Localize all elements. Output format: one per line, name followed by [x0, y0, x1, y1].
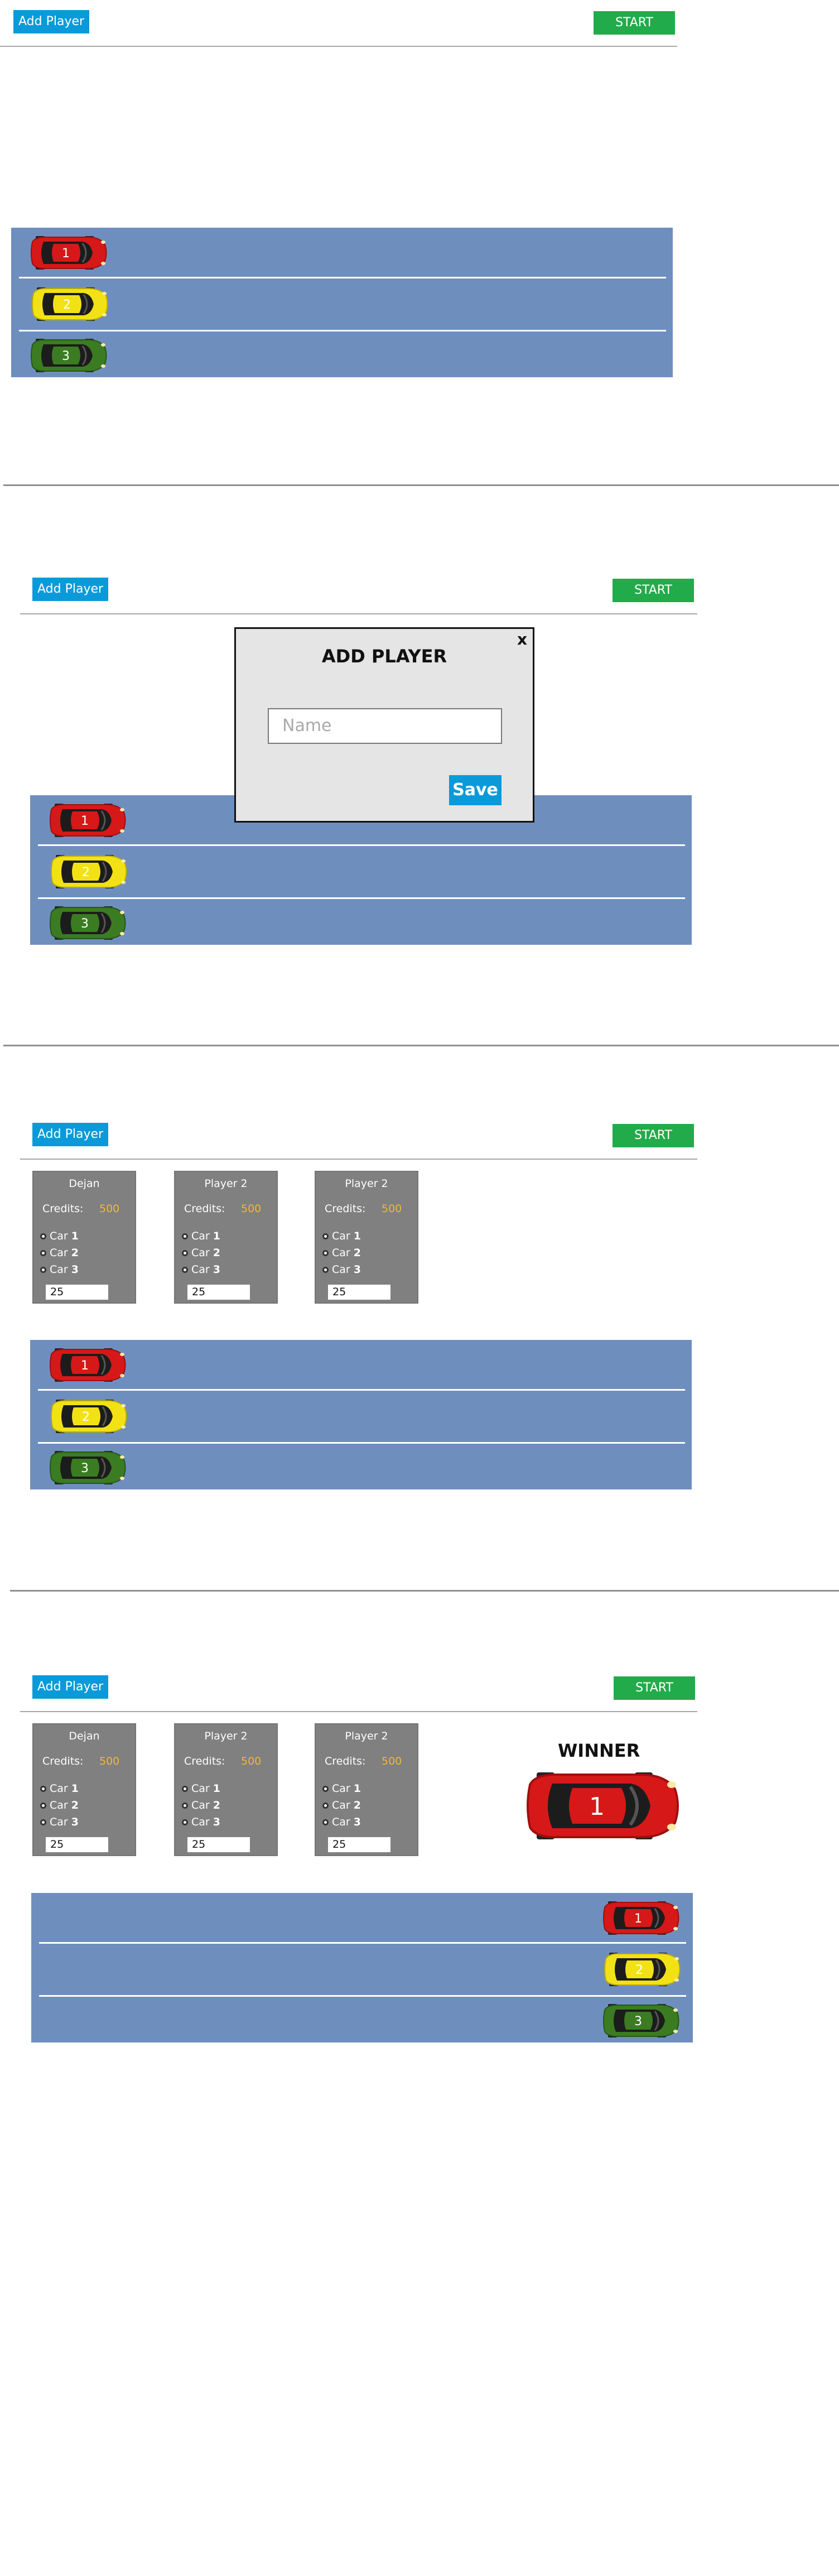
player-name: Player 2 — [204, 1730, 248, 1742]
car-option-number: 2 — [213, 1799, 221, 1811]
car-body: 2 — [604, 1953, 681, 1986]
car-option-number: 1 — [353, 1782, 361, 1795]
race-car-1: 1 — [599, 1900, 681, 1939]
car-option-prefix: Car — [50, 1782, 68, 1795]
car-option-number: 3 — [353, 1816, 361, 1828]
car-option[interactable]: Car 3 — [182, 1816, 220, 1828]
car-option[interactable]: Car 2 — [40, 1799, 79, 1811]
car-body: 1 — [603, 1901, 679, 1935]
player-card: Player 2 Credits: 500 Car 1 Car 2 Car 3 25 — [315, 1723, 418, 1856]
car-option-number: 2 — [71, 1799, 79, 1811]
car-option-prefix: Car — [191, 1799, 210, 1811]
credits-value: 500 — [382, 1755, 402, 1767]
lane-divider — [39, 1942, 686, 1944]
lane-divider — [39, 1995, 686, 1997]
car-option[interactable]: Car 2 — [182, 1799, 220, 1811]
car-option[interactable]: Car 1 — [182, 1782, 220, 1795]
winner-car: 1 — [519, 1769, 682, 1845]
car-option[interactable]: Car 1 — [322, 1782, 361, 1795]
bet-input[interactable]: 25 — [328, 1837, 390, 1852]
frame-finished: Add Player START Dejan Credits: 500 Car 1 Ca… — [0, 0, 839, 2065]
add-player-button[interactable]: Add Player — [32, 1675, 109, 1699]
player-card: Player 2 Credits: 500 Car 1 Car 2 Car 3 25 — [174, 1723, 278, 1856]
car-option[interactable]: Car 3 — [322, 1816, 361, 1828]
player-name: Dejan — [69, 1730, 100, 1742]
car-option-prefix: Car — [50, 1816, 68, 1828]
winner-title: WINNER — [558, 1740, 640, 1761]
credits-value: 500 — [241, 1755, 262, 1767]
radio-icon[interactable] — [322, 1803, 329, 1809]
car-option-prefix: Car — [191, 1782, 210, 1795]
car-option-prefix: Car — [332, 1816, 350, 1828]
car-option[interactable]: Car 1 — [40, 1782, 79, 1795]
credits-label: Credits: — [42, 1755, 84, 1767]
radio-icon[interactable] — [40, 1819, 46, 1825]
bet-input[interactable]: 25 — [46, 1837, 108, 1852]
car-number: 1 — [634, 1912, 642, 1926]
race-car-2: 2 — [600, 1951, 682, 1990]
radio-icon[interactable] — [182, 1803, 188, 1809]
car-option[interactable]: Car 3 — [40, 1816, 79, 1828]
car-option[interactable]: Car 2 — [322, 1799, 361, 1811]
car-option-prefix: Car — [191, 1816, 210, 1828]
start-button[interactable]: START — [614, 1676, 695, 1700]
car-option-number: 3 — [213, 1816, 221, 1828]
radio-icon[interactable] — [182, 1786, 188, 1792]
toolbar-divider — [20, 1711, 697, 1712]
bet-input[interactable]: 25 — [187, 1837, 250, 1852]
car-number: 2 — [635, 1963, 643, 1977]
car-option-prefix: Car — [332, 1799, 350, 1811]
player-name: Player 2 — [345, 1730, 388, 1742]
car-option-prefix: Car — [332, 1782, 350, 1795]
credits-value: 500 — [99, 1755, 120, 1767]
car-option-number: 2 — [353, 1799, 361, 1811]
radio-icon[interactable] — [40, 1786, 46, 1792]
credits-label: Credits: — [325, 1755, 366, 1767]
car-body: 3 — [603, 2004, 679, 2037]
car-option-number: 3 — [71, 1816, 79, 1828]
car-body: 1 — [527, 1772, 679, 1839]
car-option-number: 1 — [213, 1782, 221, 1795]
radio-icon[interactable] — [322, 1786, 329, 1792]
radio-icon[interactable] — [182, 1819, 188, 1825]
car-option-prefix: Car — [50, 1799, 68, 1811]
radio-icon[interactable] — [40, 1803, 46, 1809]
radio-icon[interactable] — [322, 1819, 329, 1825]
race-car-3: 3 — [599, 2002, 681, 2041]
player-card: Dejan Credits: 500 Car 1 Car 2 Car 3 25 — [32, 1723, 136, 1856]
car-number: 1 — [589, 1792, 605, 1821]
race-track: 1 2 3 — [31, 1893, 693, 2042]
car-option-number: 1 — [71, 1782, 79, 1795]
credits-label: Credits: — [184, 1755, 225, 1767]
car-number: 3 — [634, 2015, 642, 2029]
